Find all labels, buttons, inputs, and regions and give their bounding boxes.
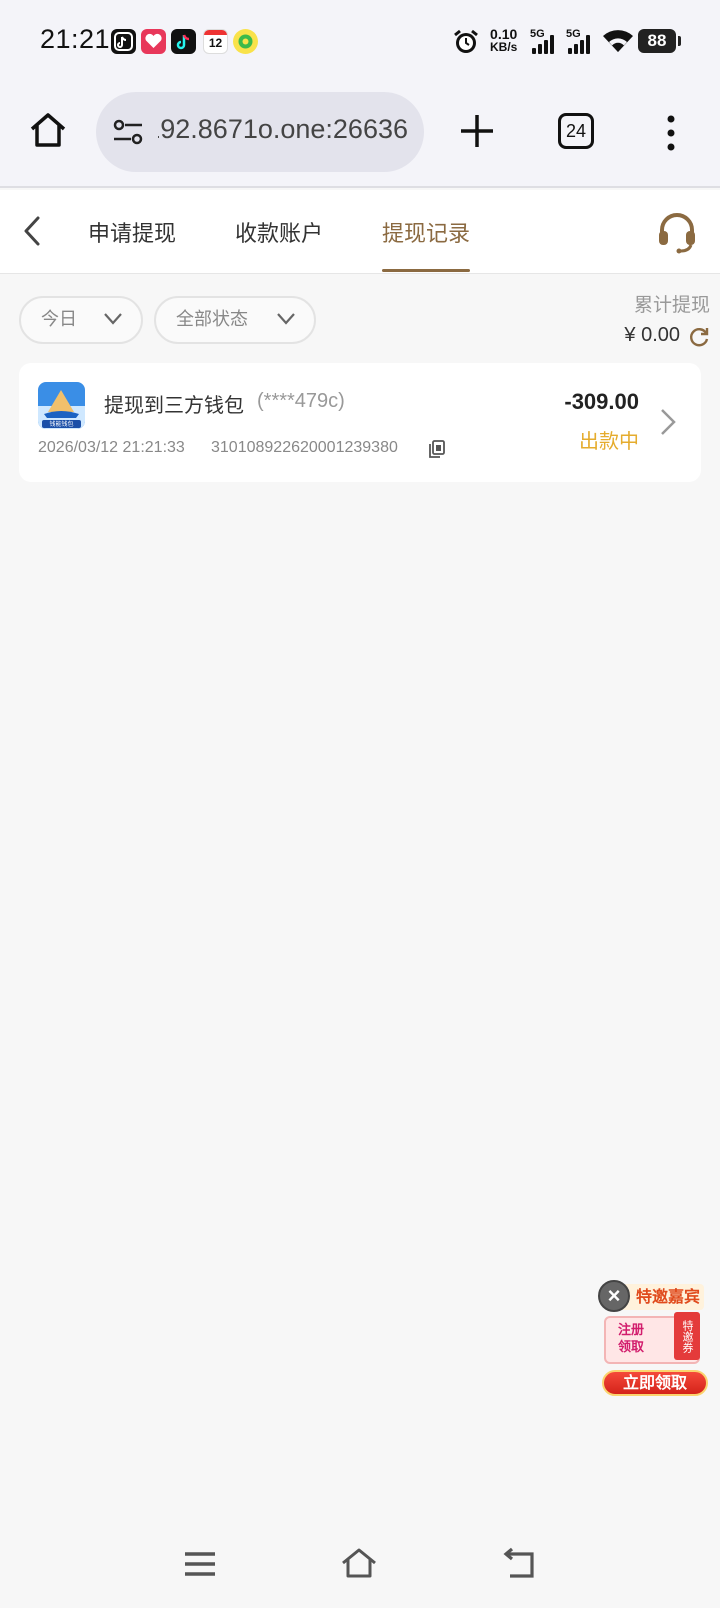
total-withdraw-label: 累计提现 [633,294,710,316]
signal-2-label: 5G [566,28,581,40]
copy-icon[interactable] [428,440,445,458]
menu-icon[interactable] [180,1544,220,1584]
withdraw-record-card[interactable]: 钱能钱包 提现到三方钱包 (****479c) 2026/03/12 21:21… [19,363,701,482]
signal-1-label: 5G [530,28,545,40]
status-filter-dropdown[interactable]: 全部状态 [154,296,316,344]
tab-withdraw-records[interactable]: 提现记录 [382,216,471,272]
customer-service-icon[interactable] [655,210,699,254]
love-app-icon [141,29,166,54]
more-menu-icon[interactable] [663,113,679,153]
promo-card[interactable]: 注册 领取 特邀券 [604,1312,700,1364]
record-amount: -309.00 [564,389,639,414]
total-withdraw-value: ¥ 0.00 [624,324,680,346]
promo-widget[interactable]: 特邀嘉宾 × 注册 领取 特邀券 立即领取 [598,1278,710,1396]
wallet-logo-text: 钱能钱包 [49,420,73,428]
net-speed-unit: KB/s [490,40,518,54]
wifi-icon [603,30,633,52]
record-status: 出款中 [579,429,639,453]
back-nav-icon[interactable] [500,1544,540,1584]
promo-tag: 特邀券 [674,1312,700,1360]
status-filter-label: 全部状态 [176,309,248,330]
promo-card-line1: 注册 [618,1323,645,1338]
tiktok-lite-icon [111,29,136,54]
wallet-logo: 钱能钱包 [38,382,85,429]
record-order-number: 310108922620001239380 [211,439,398,456]
tab-switcher-button[interactable]: 24 [558,113,594,149]
net-speed: 0.10 KB/s [490,27,518,54]
promo-card-text: 注册 领取 [618,1322,644,1356]
system-nav-bar [0,1528,720,1608]
home-icon[interactable] [28,110,68,150]
browser-toolbar: 192.8671o.one:26636 24 [0,86,720,188]
home-nav-icon[interactable] [339,1544,379,1584]
status-bar: 21:21 12 0.10 KB/s 5G 5G 88 [0,0,720,86]
calendar-icon: 12 [203,29,228,54]
calendar-day: 12 [208,36,223,50]
record-datetime: 2026/03/12 21:21:33 [38,439,185,456]
chevron-down-icon [104,313,122,325]
tab-payment-accounts[interactable]: 收款账户 [235,216,323,272]
record-account: (****479c) [257,390,345,412]
tab-apply-withdraw[interactable]: 申请提现 [88,216,176,272]
tiktok-icon [171,29,196,54]
green-app-icon [233,29,258,54]
app-header: 申请提现 收款账户 提现记录 [0,190,720,274]
address-bar[interactable]: 192.8671o.one:26636 [96,92,424,172]
record-title: 提现到三方钱包 [104,393,244,417]
chevron-down-icon [277,313,295,325]
close-icon[interactable]: × [598,1280,630,1312]
back-arrow-icon[interactable] [18,214,46,248]
url-text[interactable]: 192.8671o.one:26636 [158,114,408,150]
chevron-right-icon [661,409,676,435]
status-time: 21:21 [40,24,111,54]
alarm-icon [454,29,478,53]
battery-indicator: 88 [638,29,681,53]
refresh-icon[interactable] [688,326,710,348]
date-filter-dropdown[interactable]: 今日 [19,296,143,344]
promo-card-line2: 领取 [618,1340,645,1355]
date-filter-label: 今日 [41,309,77,330]
promo-title: 特邀嘉宾 [618,1284,705,1310]
new-tab-icon[interactable] [455,109,499,153]
site-settings-icon[interactable] [112,116,144,148]
claim-now-button[interactable]: 立即领取 [602,1370,708,1396]
